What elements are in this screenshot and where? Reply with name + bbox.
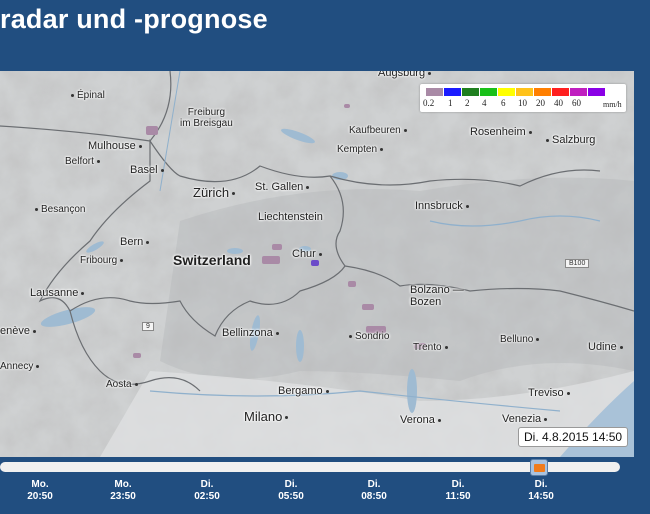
city-label: Belluno (500, 334, 542, 345)
city-label: Bellinzona (222, 327, 282, 339)
tick-day: Mo. (31, 479, 49, 490)
city-label: Innsbruck (415, 200, 472, 212)
city-label: Bolzano — Bozen (410, 284, 464, 308)
legend-swatch (570, 88, 587, 96)
tick-time: 11:50 (445, 491, 471, 502)
tick-time: 14:50 (528, 491, 554, 502)
timeline-tick[interactable]: Mo. 23:50 (93, 479, 153, 503)
legend-value: 60 (572, 98, 581, 108)
precip-cell (133, 353, 141, 358)
precip-cell (146, 126, 158, 135)
tick-day: Di. (534, 479, 548, 490)
city-label: Sondrio (346, 331, 389, 342)
city-label: Besançon (32, 204, 85, 215)
city-label: Zürich (193, 185, 238, 200)
legend-swatch (480, 88, 497, 96)
city-label: Épinal (68, 90, 105, 101)
timeline-tick[interactable]: Di. 11:50 (428, 479, 488, 503)
city-label: enève (0, 325, 39, 337)
precip-cell (272, 244, 282, 250)
precip-cell (262, 256, 280, 264)
legend-value: 0.2 (423, 98, 435, 108)
legend-value: 2 (465, 98, 470, 108)
legend-swatches (426, 88, 606, 96)
city-label: Salzburg (543, 134, 595, 146)
city-label: Aosta (106, 379, 141, 390)
timeline-tick[interactable]: Di. 08:50 (344, 479, 404, 503)
city-label: Augsburg (378, 71, 434, 79)
legend-unit: mm/h (603, 100, 622, 109)
city-label: Annecy (0, 361, 42, 372)
legend-value: 6 (501, 98, 506, 108)
page-title: radar und -prognose (0, 4, 268, 34)
timeline-slider-track[interactable] (0, 462, 620, 472)
legend-value: 1 (448, 98, 453, 108)
city-label: Basel (130, 164, 167, 176)
timeline-tick[interactable]: Mo. 20:50 (10, 479, 70, 503)
city-label: Belfort (65, 156, 103, 167)
city-label: Rosenheim (470, 126, 535, 138)
legend-swatch (552, 88, 569, 96)
legend-values: 0.2 1 2 4 6 10 20 40 60 (420, 98, 626, 110)
road-shield: B100 (565, 259, 590, 268)
road-shield: 9 (142, 322, 154, 331)
legend-swatch (498, 88, 515, 96)
tick-day: Di. (367, 479, 381, 490)
legend-value: 20 (536, 98, 545, 108)
legend-value: 4 (482, 98, 487, 108)
city-label: Venezia (502, 413, 550, 425)
precip-cell (362, 304, 374, 310)
city-label: Milano (244, 409, 291, 424)
city-label: Mulhouse (88, 140, 145, 152)
precip-cell (348, 281, 356, 287)
city-label: Udine (588, 341, 626, 353)
tick-day: Di. (200, 479, 214, 490)
legend-swatch (534, 88, 551, 96)
city-label: Trento (413, 342, 451, 353)
timeline-tick[interactable]: Di. 02:50 (177, 479, 237, 503)
tick-time: 08:50 (361, 491, 387, 502)
legend-swatch (426, 88, 443, 96)
city-label: Kaufbeuren (349, 125, 410, 136)
city-label: Chur (292, 248, 325, 260)
city-label: Bergamo (278, 385, 332, 397)
city-label: Bern (120, 236, 152, 248)
timestamp-badge: Di. 4.8.2015 14:50 (518, 427, 629, 447)
precip-cell (344, 104, 350, 108)
timeline-tick[interactable]: Di. 14:50 (511, 479, 571, 503)
tick-day: Mo. (114, 479, 132, 490)
legend-value: 40 (554, 98, 563, 108)
tick-time: 02:50 (194, 491, 220, 502)
tick-time: 20:50 (27, 491, 53, 502)
city-label: Treviso (528, 387, 573, 399)
precip-cell (311, 260, 319, 266)
city-label: Freiburg im Breisgau (180, 107, 233, 129)
legend-swatch (462, 88, 479, 96)
city-label: Kempten (337, 144, 386, 155)
legend-swatch (444, 88, 461, 96)
city-label: Fribourg (80, 255, 126, 266)
precip-legend: 0.2 1 2 4 6 10 20 40 60 mm/h (420, 84, 626, 112)
legend-swatch (516, 88, 533, 96)
city-label: St. Gallen (255, 181, 312, 193)
tick-time: 05:50 (278, 491, 304, 502)
timeline-slider-handle[interactable] (530, 459, 548, 476)
legend-value: 10 (518, 98, 527, 108)
radar-map[interactable]: Augsburg Épinal Freiburg im Breisgau Kau… (0, 71, 634, 457)
tick-day: Di. (451, 479, 465, 490)
timeline-tick[interactable]: Di. 05:50 (261, 479, 321, 503)
legend-swatch (588, 88, 605, 96)
city-label: Lausanne (30, 287, 87, 299)
country-label: Switzerland (173, 252, 251, 268)
city-label: Liechtenstein (258, 211, 323, 223)
tick-time: 23:50 (110, 491, 136, 502)
city-label: Verona (400, 414, 444, 426)
tick-day: Di. (284, 479, 298, 490)
